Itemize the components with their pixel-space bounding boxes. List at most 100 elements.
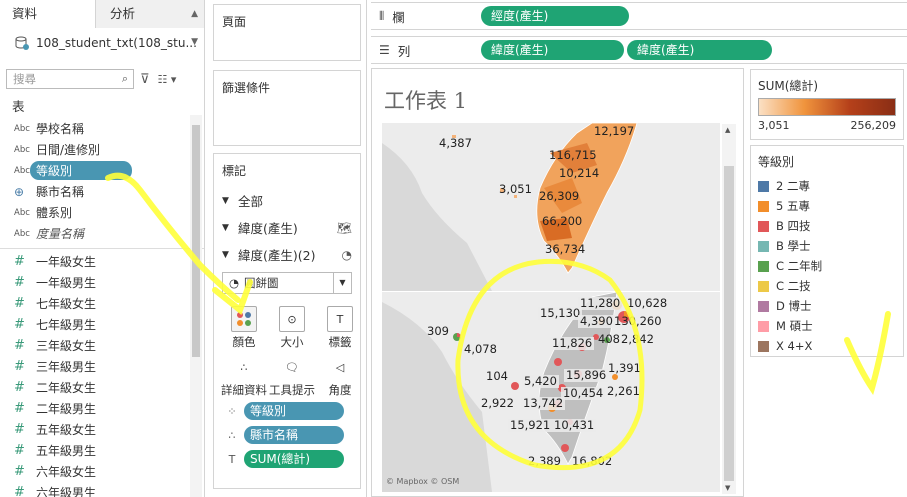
sum-color-legend[interactable]: SUM(總計) 3,051 256,209 [750, 69, 904, 140]
legend-label: C 二年制 [776, 259, 823, 273]
scrollbar-thumb[interactable] [192, 125, 200, 357]
measure-field[interactable]: # 二年級男生 [0, 398, 204, 419]
map-value-label: 10,454 [561, 386, 606, 400]
map-value-label: 26,309 [539, 189, 580, 203]
measure-field[interactable]: # 七年級女生 [0, 293, 204, 314]
marks-pill-detail[interactable]: ∴ 縣市名稱 [214, 424, 360, 446]
measure-field[interactable]: # 一年級男生 [0, 272, 204, 293]
rows-shelf[interactable]: ☰ 列 緯度(產生) 緯度(產生) [371, 36, 907, 64]
legend-item[interactable]: C 二年制 [751, 256, 903, 276]
tab-data[interactable]: 資料 [0, 0, 96, 28]
columns-shelf[interactable]: ⦀ 欄 經度(產生) [371, 2, 907, 30]
map-value-label: 12,197 [594, 124, 635, 138]
field-name: 日間/進修別 [36, 143, 101, 157]
label-button[interactable]: T 標籤 [316, 304, 364, 350]
dimension-field[interactable]: Abc 日間/進修別 [0, 139, 204, 160]
level-legend-title: 等級別 [758, 155, 795, 169]
measure-field[interactable]: # 五年級女生 [0, 419, 204, 440]
worksheet-view: 工作表 1 4,387 12,197 116,715 10,214 3,051 … [371, 68, 744, 497]
worksheet-scrollbar[interactable]: ▲ ▼ [722, 124, 736, 494]
marks-pill-label[interactable]: T SUM(總計) [214, 448, 360, 470]
columns-label: 欄 [392, 9, 405, 25]
sum-legend-max: 256,209 [850, 119, 897, 132]
legend-item[interactable]: M 碩士 [751, 316, 903, 336]
measure-field[interactable]: # 一年級女生 [0, 251, 204, 272]
rows-icon: ☰ [379, 43, 390, 57]
field-name: 七年級男生 [36, 318, 97, 332]
pill-level[interactable]: 等級別 [244, 402, 344, 420]
filter-icon[interactable]: ⊽ [140, 72, 150, 87]
dimension-field[interactable]: Abc 學校名稱 [0, 118, 204, 139]
legend-item[interactable]: C 二技 [751, 276, 903, 296]
detail-button[interactable]: ∴ 詳細資料 [220, 352, 268, 398]
level-color-legend[interactable]: 等級別 2 二專 5 五專 B 四技 B 學士 C 二年制 C 二技 D 博士 M 碩士 X 4… [750, 145, 904, 357]
field-name: 七年級女生 [36, 297, 97, 311]
measure-field[interactable]: # 三年級女生 [0, 335, 204, 356]
legend-item[interactable]: X 4+X [751, 336, 903, 356]
measure-field[interactable]: # 五年級男生 [0, 440, 204, 461]
dimension-field[interactable]: Abc 度量名稱 [0, 223, 204, 244]
tab-analytics[interactable]: 分析 ▲ ▼ [96, 0, 204, 47]
pill-county[interactable]: 縣市名稱 [244, 426, 344, 444]
map-top[interactable]: 4,387 12,197 116,715 10,214 3,051 26,309… [382, 123, 720, 291]
color-button[interactable]: 顏色 [220, 304, 268, 350]
search-input[interactable]: 搜尋 ⌕ [6, 69, 134, 89]
scrollbar-thumb[interactable] [724, 166, 734, 481]
map-value-label: 13,742 [521, 396, 566, 410]
size-button[interactable]: ⊙ 大小 [268, 304, 316, 350]
field-name: 二年級男生 [36, 402, 97, 416]
map-value-label: 116,715 [549, 148, 597, 162]
map-value-label: 309 [427, 324, 449, 338]
marks-pill-color[interactable]: ⁘ 等級別 [214, 400, 360, 422]
legend-item[interactable]: 5 五專 [751, 196, 903, 216]
tooltip-button-label: 工具提示 [269, 383, 315, 397]
rows-pill-latitude-2[interactable]: 緯度(產生) [627, 40, 772, 60]
map-value-label: 10,628 [627, 296, 668, 310]
detail-button-label: 詳細資料 [221, 383, 267, 397]
dimension-field[interactable]: ⊕ 縣市名稱 [0, 181, 204, 202]
columns-pill-longitude[interactable]: 經度(產生) [481, 6, 629, 26]
measure-field[interactable]: # 二年級女生 [0, 377, 204, 398]
angle-button[interactable]: ◁ 角度 [316, 352, 364, 398]
tables-heading: 表 [12, 99, 25, 114]
marks-card: 標記 ▼ 全部 ▼ 緯度(產生) 🗺 ▼ 緯度(產生)(2) ◔ ◔ 圓餅圖 ▼ 顏色 ⊙… [213, 153, 361, 489]
map-bottom[interactable]: 11,280 10,628 15,130 4,390 130,260 309 4… [382, 292, 720, 492]
marks-lat1[interactable]: ▼ 緯度(產生) 🗺 [214, 214, 360, 241]
mark-type-dropdown[interactable]: ◔ 圓餅圖 ▼ [222, 272, 352, 294]
chevron-down-icon[interactable]: ▼ [333, 273, 351, 293]
dimension-field[interactable]: Abc 體系別 [0, 202, 204, 223]
map-attribution[interactable]: © Mapbox © OSM [386, 477, 459, 486]
scroll-down-icon[interactable]: ▼ [725, 484, 730, 492]
view-list-icon[interactable]: ☷ ▾ [158, 73, 177, 86]
tab-scroll-icon[interactable]: ▲ ▼ [191, 0, 198, 56]
number-type-icon: # [14, 254, 25, 269]
data-pane-scrollbar[interactable] [190, 115, 202, 497]
scroll-up-icon[interactable]: ▲ [725, 126, 730, 134]
pill-sum-total[interactable]: SUM(總計) [244, 450, 344, 468]
field-name: 體系別 [36, 206, 73, 220]
legend-label: D 博士 [776, 299, 812, 313]
measure-field[interactable]: # 三年級男生 [0, 356, 204, 377]
filters-card[interactable]: 篩選條件 [213, 70, 361, 146]
cards-column: 頁面 篩選條件 標記 ▼ 全部 ▼ 緯度(產生) 🗺 ▼ 緯度(產生)(2) ◔ ◔ 圓餅… [205, 0, 367, 497]
tooltip-button[interactable]: 🗨 工具提示 [268, 352, 316, 398]
map-value-label: 10,214 [559, 166, 600, 180]
legend-item[interactable]: B 學士 [751, 236, 903, 256]
legend-item[interactable]: D 博士 [751, 296, 903, 316]
measure-field[interactable]: # 六年級男生 [0, 482, 204, 497]
legend-label: 5 五專 [776, 199, 810, 213]
legend-item[interactable]: 2 二專 [751, 176, 903, 196]
detail-icon: ∴ [228, 428, 236, 442]
map-value-label: 4,078 [464, 342, 497, 356]
map-value-label: 15,921 [508, 418, 553, 432]
measure-field[interactable]: # 六年級女生 [0, 461, 204, 482]
map-icon: 🗺 [336, 220, 352, 235]
datasource-item[interactable]: 108_student_txt(108_stu... [0, 28, 204, 58]
rows-pill-latitude-1[interactable]: 緯度(產生) [481, 40, 624, 60]
legend-item[interactable]: B 四技 [751, 216, 903, 236]
pages-card[interactable]: 頁面 [213, 4, 361, 61]
marks-lat2[interactable]: ▼ 緯度(產生)(2) ◔ [214, 241, 360, 268]
dimension-field[interactable]: Abc 等級別 [0, 160, 204, 181]
measure-field[interactable]: # 七年級男生 [0, 314, 204, 335]
marks-all[interactable]: ▼ 全部 [214, 187, 360, 214]
